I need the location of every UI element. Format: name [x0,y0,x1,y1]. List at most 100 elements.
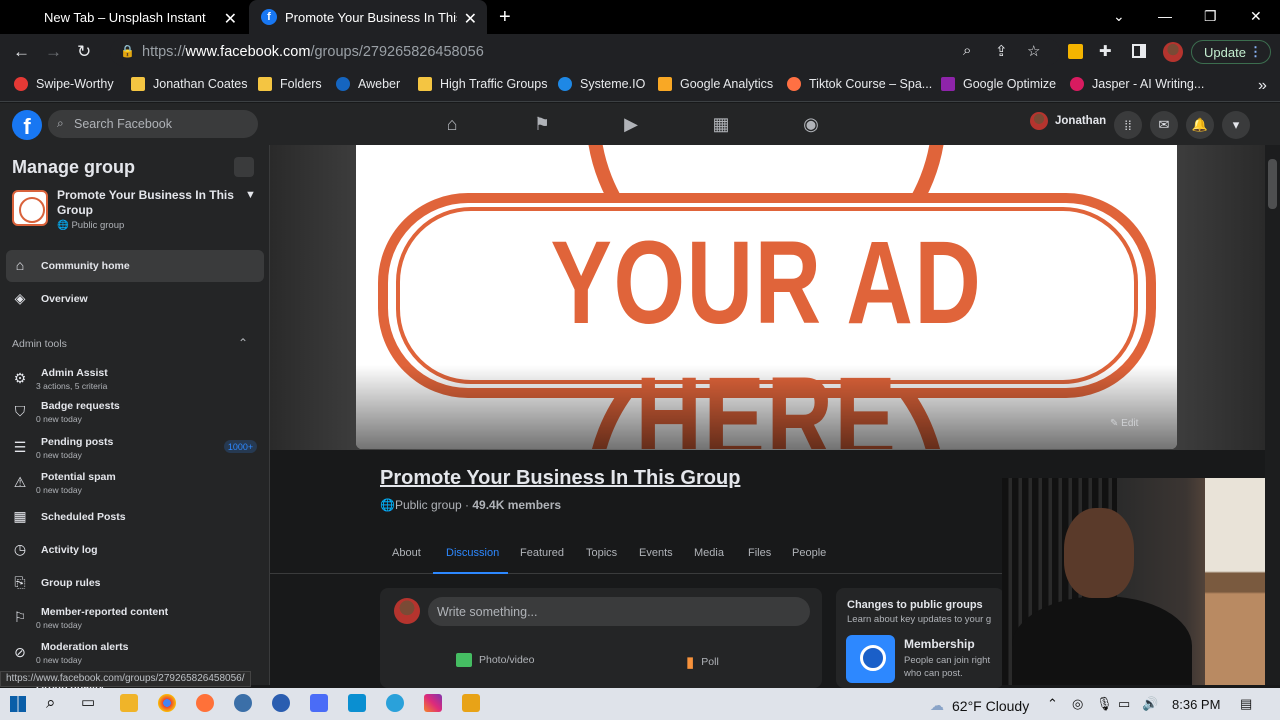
report-icon: ⚐ [13,609,27,625]
browser-tab-facebook[interactable]: f Promote Your Business In This Gr ✕ [249,0,487,34]
windows-start-icon[interactable] [10,696,26,712]
tab-discussion[interactable]: Discussion [446,547,499,559]
sidebar-item-admin-assist[interactable]: ⚙ Admin Assist 3 actions, 5 criteria [6,363,264,395]
account-chevron-icon[interactable]: ▾ [1222,111,1250,139]
chrome-icon[interactable] [158,694,176,712]
tab-people[interactable]: People [792,547,826,559]
messenger-icon[interactable]: ✉ [1150,111,1178,139]
app-icon[interactable] [462,694,480,712]
file-explorer-icon[interactable] [120,694,138,712]
sidebar-item-community-home[interactable]: ⌂ Community home [6,250,264,282]
share-icon[interactable]: ⇪ [995,42,1008,60]
microphone-icon[interactable]: 🎙 [1096,696,1113,712]
browser-tab-unsplash[interactable]: New Tab – Unsplash Instant ✕ [32,0,247,34]
sidebar-collapse-icon[interactable] [234,157,254,177]
restore-button[interactable]: ❐ [1204,8,1217,25]
tab-topics[interactable]: Topics [586,547,617,559]
tab-search-icon[interactable]: ⌄ [1113,8,1125,25]
task-view-icon[interactable]: ▭ [81,693,95,711]
facebook-logo[interactable]: f [12,110,42,140]
marketplace-icon[interactable]: ▦ [710,114,732,134]
bookmark-star-icon[interactable]: ☆ [1027,42,1040,60]
bookmark-swipe-worthy[interactable]: Swipe-Worthy [14,77,114,91]
sidebar-item-badge-requests[interactable]: ⛉ Badge requests 0 new today [6,396,264,428]
member-count[interactable]: 49.4K members [472,498,561,512]
app-icon[interactable] [310,694,328,712]
bookmark-folders[interactable]: Folders [258,77,322,91]
bookmark-jonathan-coates[interactable]: Jonathan Coates [131,77,248,91]
bookmark-tiktok-course[interactable]: Tiktok Course – Spa... [787,77,932,91]
poll-button[interactable]: ▮ Poll [686,653,719,671]
sidebar-item-moderation-alerts[interactable]: ⊘ Moderation alerts 0 new today [6,637,264,669]
address-bar[interactable]: 🔒 https://www.facebook.com/groups/279265… [110,38,1060,66]
tab-events[interactable]: Events [639,547,673,559]
sidebar-item-member-reported[interactable]: ⚐ Member-reported content 0 new today [6,602,264,634]
sidebar-item-activity-log[interactable]: ◷ Activity log [6,534,264,566]
close-tab-icon[interactable]: ✕ [224,9,237,29]
network-icon[interactable]: ▭ [1118,696,1130,712]
tab-media[interactable]: Media [694,547,724,559]
notification-center-icon[interactable]: ▤ [1240,696,1252,712]
bookmark-google-analytics[interactable]: Google Analytics [658,77,773,91]
write-something-input[interactable]: Write something... [428,597,810,626]
profile-avatar[interactable] [1163,42,1183,62]
firefox-icon[interactable] [196,694,214,712]
taskbar-search-icon[interactable]: ⌕ [46,693,56,713]
forward-icon[interactable]: → [45,42,62,62]
extension-icon[interactable] [1068,44,1083,59]
close-tab-icon[interactable]: ✕ [464,9,477,29]
side-panel-icon[interactable] [1132,44,1146,58]
app-icon[interactable] [272,694,290,712]
sidebar-item-scheduled-posts[interactable]: ▦ Scheduled Posts [6,501,264,533]
taskbar-clock[interactable]: 8:36 PM [1172,697,1220,712]
page-scrollbar[interactable] [1265,145,1280,685]
sidebar-item-potential-spam[interactable]: ⚠ Potential spam 0 new today [6,467,264,499]
pages-flag-icon[interactable]: ⚑ [531,114,553,134]
bookmark-systeme-io[interactable]: Systeme.IO [558,77,645,91]
group-thumbnail[interactable] [12,190,48,226]
profile-chip[interactable]: Jonathan [1030,112,1106,130]
bookmark-jasper-ai[interactable]: Jasper - AI Writing... [1070,77,1204,91]
group-title[interactable]: Promote Your Business In This Group [380,467,740,490]
groups-icon[interactable]: ◉ [800,114,822,134]
photo-video-button[interactable]: Photo/video [456,653,534,667]
tray-chevron-icon[interactable]: ⌃ [1047,696,1058,712]
sidebar-item-group-rules[interactable]: ⎘ Group rules [6,567,264,599]
bookmark-google-optimize[interactable]: Google Optimize [941,77,1056,91]
chevron-up-icon[interactable]: ⌃ [238,336,248,350]
zoom-search-icon[interactable]: ⌕ [963,42,971,59]
group-dropdown-icon[interactable]: ▼ [245,189,256,201]
notifications-bell-icon[interactable]: 🔔 [1186,111,1214,139]
home-icon[interactable]: ⌂ [441,114,463,134]
volume-icon[interactable]: 🔊 [1142,696,1158,712]
close-window-button[interactable]: ✕ [1250,8,1262,25]
reload-icon[interactable]: ↻ [77,42,91,62]
user-name: Jonathan [1055,115,1107,127]
instagram-icon[interactable] [424,694,442,712]
telegram-icon[interactable] [386,694,404,712]
group-cover-photo[interactable]: YOUR AD HERE [356,145,1177,449]
new-tab-button[interactable]: + [499,6,511,29]
back-icon[interactable]: ← [13,42,30,62]
tray-app-icon[interactable]: ◎ [1072,696,1083,712]
sidebar-item-overview[interactable]: ◈ Overview [6,283,264,315]
menu-grid-icon[interactable]: ⁞⁞ [1114,111,1142,139]
minimize-button[interactable]: — [1158,8,1172,24]
weather-widget[interactable]: ☁ 62°F Cloudy [930,697,1029,714]
app-icon[interactable] [234,694,252,712]
scrollbar-thumb[interactable] [1268,159,1277,209]
group-switcher[interactable]: Promote Your Business In This Group [57,188,237,218]
more-bookmarks-icon[interactable]: » [1258,77,1267,95]
edit-cover-button[interactable]: ✎ Edit [1110,418,1138,429]
tab-about[interactable]: About [392,547,421,559]
extensions-puzzle-icon[interactable]: ✚ [1099,42,1112,60]
watch-video-icon[interactable]: ▶ [620,114,642,134]
update-button[interactable]: Update ⋮ [1191,40,1271,64]
bookmark-aweber[interactable]: Aweber [336,77,400,91]
tab-files[interactable]: Files [748,547,771,559]
app-icon[interactable] [348,694,366,712]
tab-featured[interactable]: Featured [520,547,564,559]
bookmark-high-traffic-groups[interactable]: High Traffic Groups [418,77,547,91]
facebook-search-input[interactable]: ⌕ Search Facebook [48,110,258,138]
sidebar-item-sub: 0 new today [36,620,82,630]
